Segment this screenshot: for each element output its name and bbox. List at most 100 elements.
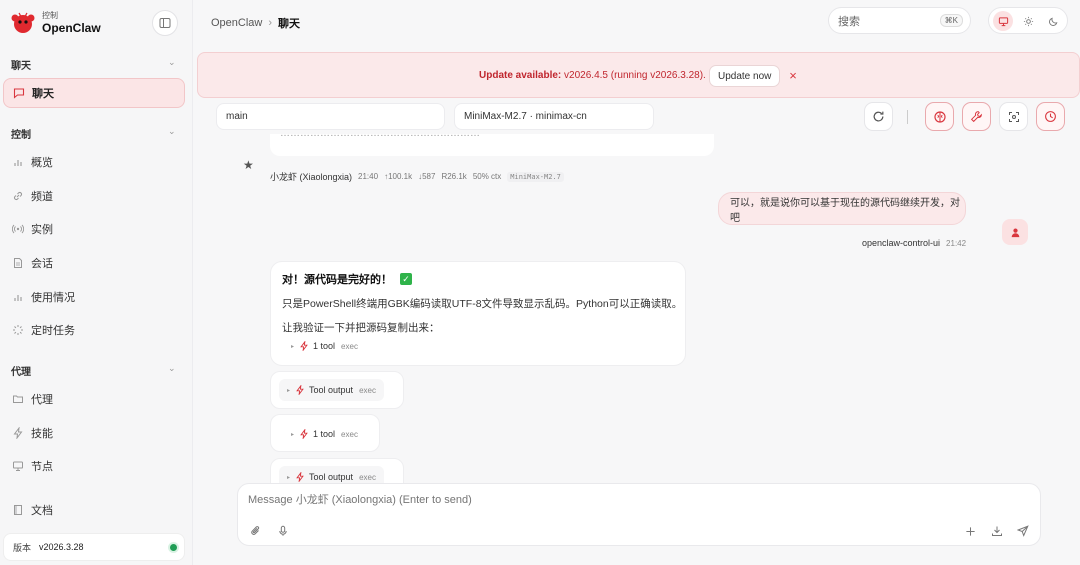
model-badge: MiniMax-M2.7 [507, 171, 564, 182]
status-dot [170, 544, 177, 551]
tool-tag: exec [341, 429, 358, 439]
sidebar-item-label: 代理 [31, 394, 53, 406]
search-shortcut-badge: ⌘K [939, 14, 963, 27]
focus-icon [1008, 111, 1019, 122]
monitor-icon [11, 459, 25, 473]
theme-dark-button[interactable] [1043, 11, 1063, 31]
focus-mode-button[interactable] [999, 102, 1028, 131]
sidebar-item-skills[interactable]: 技能 [3, 418, 185, 448]
update-banner-detail: v2026.4.5 (running v2026.3.28). [561, 70, 706, 81]
version-label: 版本 [13, 542, 32, 553]
new-session-button[interactable] [962, 523, 978, 539]
section-label-control: 控制 [11, 130, 31, 141]
chevron-down-icon[interactable]: ⌄ [168, 57, 176, 68]
assistant-message-meta: 小龙虾 (Xiaolongxia) 21:40 ↑100.1k ↓587 R26… [270, 170, 564, 183]
tool-call-card: ▸ 1 tool exec [270, 414, 380, 452]
session-select[interactable]: main [216, 103, 445, 130]
microphone-icon [279, 525, 287, 536]
wrench-icon [970, 111, 982, 123]
folder-icon [11, 392, 25, 406]
sidebar-item-label: 实例 [31, 224, 53, 236]
bolt-icon [299, 429, 309, 439]
tool-call-toggle[interactable]: ▸ 1 tool exec [291, 429, 358, 439]
sidebar: 控制 OpenClaw 聊天 ⌄ 聊天 控制 ⌄ 概览 频道 实例 会话 使用情… [0, 0, 193, 565]
sender-name: 小龙虾 (Xiaolongxia) [270, 172, 353, 182]
send-button[interactable] [1015, 523, 1031, 539]
attach-button[interactable] [248, 523, 264, 539]
tool-label: 1 tool [313, 429, 336, 439]
triangle-right-icon: ▸ [291, 431, 295, 438]
update-now-button[interactable]: Update now [709, 65, 781, 87]
update-banner-title: Update available: [479, 70, 562, 81]
user-message-meta: openclaw-control-ui 21:42 [862, 238, 966, 248]
message-composer [237, 483, 1041, 546]
triangle-right-icon: ▸ [291, 343, 295, 350]
sidebar-item-agents[interactable]: 代理 [3, 384, 185, 414]
message-input[interactable] [248, 494, 748, 506]
tool-tag: exec [359, 385, 376, 395]
tokens-read: R26.1k [441, 172, 467, 181]
tool-call-toggle[interactable]: ▸ 1 tool exec [291, 341, 358, 351]
link-icon [11, 189, 25, 203]
breadcrumb-root[interactable]: OpenClaw [211, 17, 262, 29]
star-icon[interactable]: ★ [243, 158, 254, 172]
voice-button[interactable] [275, 523, 291, 539]
moon-icon [1048, 17, 1057, 26]
sidebar-item-nodes[interactable]: 节点 [3, 451, 185, 481]
sidebar-item-label: 定时任务 [31, 325, 75, 337]
brand[interactable]: 控制 OpenClaw [10, 10, 101, 36]
close-icon[interactable]: × [786, 65, 800, 85]
chat-thread[interactable]: …………………………………………………… ★ 小龙虾 (Xiaolongxia)… [194, 134, 1080, 484]
model-select[interactable]: MiniMax-M2.7 · minimax-cn [454, 103, 654, 130]
collapse-sidebar-button[interactable] [152, 10, 178, 36]
refresh-button[interactable] [864, 102, 893, 131]
document-icon [11, 256, 25, 270]
sidebar-item-channels[interactable]: 频道 [3, 181, 185, 211]
checkmark-icon: ✓ [400, 273, 412, 285]
bolt-icon [295, 472, 305, 482]
chevron-down-icon[interactable]: ⌄ [168, 126, 176, 137]
sidebar-item-sessions[interactable]: 会话 [3, 248, 185, 278]
sidebar-item-usage[interactable]: 使用情况 [3, 282, 185, 312]
loader-icon [11, 323, 25, 337]
sidebar-item-label: 文档 [31, 505, 53, 517]
sidebar-item-overview[interactable]: 概览 [3, 147, 185, 177]
tool-output-toggle[interactable]: ▸ Tool output exec [279, 379, 384, 401]
tool-tag: exec [359, 472, 376, 482]
assistant-message-clipped: …………………………………………………… [270, 134, 714, 156]
tool-label: 1 tool [313, 341, 336, 351]
sidebar-item-label: 使用情况 [31, 292, 75, 304]
triangle-right-icon: ▸ [287, 387, 291, 394]
history-button[interactable] [1036, 102, 1065, 131]
sidebar-item-chat[interactable]: 聊天 [3, 78, 185, 108]
section-label-agents: 代理 [11, 367, 31, 378]
reply-paragraph: 让我验证一下并把源码复制出来： [282, 322, 440, 334]
export-button[interactable] [989, 523, 1005, 539]
message-time: 21:42 [946, 239, 967, 248]
radio-icon [11, 222, 25, 236]
theme-light-button[interactable] [1018, 11, 1038, 31]
chevron-down-icon[interactable]: ⌄ [168, 363, 176, 374]
breadcrumb: OpenClaw › 聊天 [211, 15, 300, 31]
theme-system-button[interactable] [993, 11, 1013, 31]
sidebar-item-cron[interactable]: 定时任务 [3, 315, 185, 345]
clipped-text: …………………………………………………… [280, 134, 480, 139]
thinking-toggle-button[interactable] [925, 102, 954, 131]
tool-output-toggle[interactable]: ▸ Tool output exec [279, 466, 384, 484]
tool-label: Tool output [309, 472, 354, 482]
brain-icon [933, 110, 946, 123]
bolt-icon [11, 426, 25, 440]
send-icon [1017, 525, 1029, 537]
sun-icon [1023, 16, 1033, 26]
sidebar-item-instances[interactable]: 实例 [3, 214, 185, 244]
user-avatar [1002, 219, 1028, 245]
user-name: openclaw-control-ui [862, 238, 941, 248]
tools-toggle-button[interactable] [962, 102, 991, 131]
search-box[interactable]: 搜索 ⌘K [828, 7, 971, 34]
paperclip-icon [251, 526, 260, 535]
reply-heading: 对！源代码是完好的！ ✓ [282, 271, 412, 287]
tool-output-card: ▸ Tool output exec [270, 458, 404, 484]
sidebar-item-docs[interactable]: 文档 [3, 495, 185, 525]
bar-chart-icon [11, 155, 25, 169]
top-bar: OpenClaw › 聊天 搜索 ⌘K [194, 0, 1080, 44]
